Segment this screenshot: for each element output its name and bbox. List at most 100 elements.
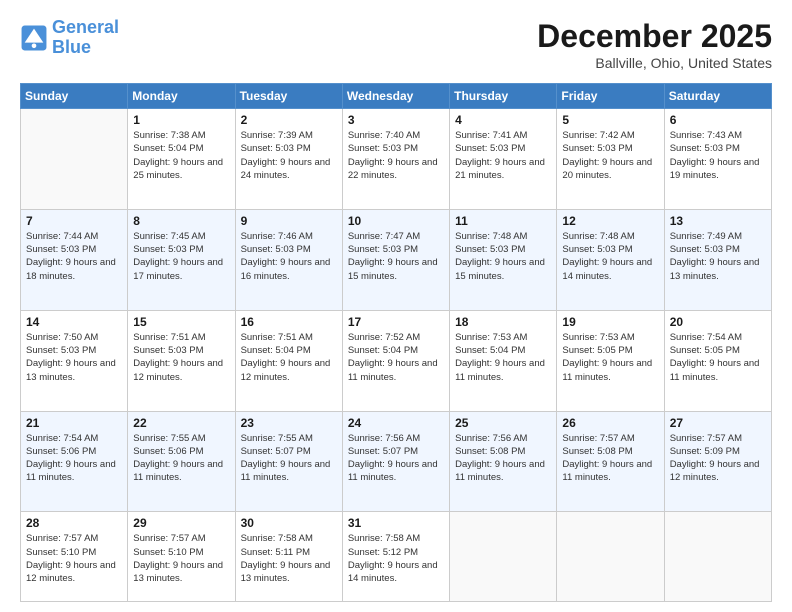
day-info: Sunrise: 7:51 AMSunset: 5:03 PMDaylight:…	[133, 331, 229, 384]
calendar-cell: 20Sunrise: 7:54 AMSunset: 5:05 PMDayligh…	[664, 310, 771, 411]
day-number: 18	[455, 315, 551, 329]
day-number: 21	[26, 416, 122, 430]
calendar-cell: 9Sunrise: 7:46 AMSunset: 5:03 PMDaylight…	[235, 209, 342, 310]
day-info: Sunrise: 7:38 AMSunset: 5:04 PMDaylight:…	[133, 129, 229, 182]
day-of-week-header: Saturday	[664, 84, 771, 109]
calendar-cell: 4Sunrise: 7:41 AMSunset: 5:03 PMDaylight…	[450, 109, 557, 210]
day-info: Sunrise: 7:54 AMSunset: 5:06 PMDaylight:…	[26, 432, 122, 485]
calendar-cell: 27 Sunrise: 7:57 AMSunset: 5:09 PMDayligh…	[664, 411, 771, 512]
day-number: 24	[348, 416, 444, 430]
day-info: Sunrise: 7:57 AMSunset: 5:10 PMDaylight:…	[26, 532, 122, 585]
calendar-table: SundayMondayTuesdayWednesdayThursdayFrid…	[20, 83, 772, 602]
day-info: Sunrise: 7:58 AMSunset: 5:12 PMDaylight:…	[348, 532, 444, 585]
day-number: 31	[348, 516, 444, 530]
day-number: 14	[26, 315, 122, 329]
day-of-week-header: Monday	[128, 84, 235, 109]
calendar-cell: 15 Sunrise: 7:51 AMSunset: 5:03 PMDayligh…	[128, 310, 235, 411]
calendar-cell: 7Sunrise: 7:44 AMSunset: 5:03 PMDaylight…	[21, 209, 128, 310]
calendar-week-row: 21 Sunrise: 7:54 AMSunset: 5:06 PMDayligh…	[21, 411, 772, 512]
day-number: 15	[133, 315, 229, 329]
calendar-cell: 31 Sunrise: 7:58 AMSunset: 5:12 PMDayligh…	[342, 512, 449, 602]
day-number: 6	[670, 113, 766, 127]
day-info: Sunrise: 7:47 AMSunset: 5:03 PMDaylight:…	[348, 230, 444, 283]
header: General Blue December 2025 Ballville, Oh…	[20, 18, 772, 71]
day-info: Sunrise: 7:55 AMSunset: 5:07 PMDaylight:…	[241, 432, 337, 485]
calendar-week-row: 1 Sunrise: 7:38 AMSunset: 5:04 PMDaylight…	[21, 109, 772, 210]
day-number: 5	[562, 113, 658, 127]
day-info: Sunrise: 7:51 AMSunset: 5:04 PMDaylight:…	[241, 331, 337, 384]
logo-text: General Blue	[52, 18, 119, 58]
day-number: 4	[455, 113, 551, 127]
day-info: Sunrise: 7:53 AMSunset: 5:05 PMDaylight:…	[562, 331, 658, 384]
day-number: 1	[133, 113, 229, 127]
day-number: 29	[133, 516, 229, 530]
calendar-cell	[450, 512, 557, 602]
calendar-cell	[664, 512, 771, 602]
day-info: Sunrise: 7:57 AMSunset: 5:10 PMDaylight:…	[133, 532, 229, 585]
day-of-week-header: Tuesday	[235, 84, 342, 109]
day-info: Sunrise: 7:40 AMSunset: 5:03 PMDaylight:…	[348, 129, 444, 182]
calendar-cell: 12 Sunrise: 7:48 AMSunset: 5:03 PMDayligh…	[557, 209, 664, 310]
calendar-cell: 10 Sunrise: 7:47 AMSunset: 5:03 PMDayligh…	[342, 209, 449, 310]
day-of-week-header: Thursday	[450, 84, 557, 109]
day-number: 11	[455, 214, 551, 228]
calendar-cell: 14 Sunrise: 7:50 AMSunset: 5:03 PMDayligh…	[21, 310, 128, 411]
day-info: Sunrise: 7:50 AMSunset: 5:03 PMDaylight:…	[26, 331, 122, 384]
day-number: 19	[562, 315, 658, 329]
calendar-cell: 2 Sunrise: 7:39 AMSunset: 5:03 PMDaylight…	[235, 109, 342, 210]
calendar-cell: 30 Sunrise: 7:58 AMSunset: 5:11 PMDayligh…	[235, 512, 342, 602]
day-number: 3	[348, 113, 444, 127]
calendar-cell: 17Sunrise: 7:52 AMSunset: 5:04 PMDayligh…	[342, 310, 449, 411]
day-of-week-header: Sunday	[21, 84, 128, 109]
day-info: Sunrise: 7:52 AMSunset: 5:04 PMDaylight:…	[348, 331, 444, 384]
calendar-cell: 26 Sunrise: 7:57 AMSunset: 5:08 PMDayligh…	[557, 411, 664, 512]
calendar-cell: 11 Sunrise: 7:48 AMSunset: 5:03 PMDayligh…	[450, 209, 557, 310]
day-number: 27	[670, 416, 766, 430]
calendar-week-row: 14 Sunrise: 7:50 AMSunset: 5:03 PMDayligh…	[21, 310, 772, 411]
day-number: 26	[562, 416, 658, 430]
calendar-cell: 8Sunrise: 7:45 AMSunset: 5:03 PMDaylight…	[128, 209, 235, 310]
calendar-cell: 18Sunrise: 7:53 AMSunset: 5:04 PMDayligh…	[450, 310, 557, 411]
day-number: 30	[241, 516, 337, 530]
calendar-cell: 13 Sunrise: 7:49 AMSunset: 5:03 PMDayligh…	[664, 209, 771, 310]
day-number: 28	[26, 516, 122, 530]
day-info: Sunrise: 7:39 AMSunset: 5:03 PMDaylight:…	[241, 129, 337, 182]
month-title: December 2025	[537, 18, 772, 55]
day-info: Sunrise: 7:57 AMSunset: 5:09 PMDaylight:…	[670, 432, 766, 485]
logo-icon	[20, 24, 48, 52]
day-info: Sunrise: 7:44 AMSunset: 5:03 PMDaylight:…	[26, 230, 122, 283]
calendar-cell: 21 Sunrise: 7:54 AMSunset: 5:06 PMDayligh…	[21, 411, 128, 512]
day-info: Sunrise: 7:56 AMSunset: 5:08 PMDaylight:…	[455, 432, 551, 485]
calendar-cell: 6 Sunrise: 7:43 AMSunset: 5:03 PMDaylight…	[664, 109, 771, 210]
calendar-cell	[557, 512, 664, 602]
day-number: 12	[562, 214, 658, 228]
calendar-cell: 29 Sunrise: 7:57 AMSunset: 5:10 PMDayligh…	[128, 512, 235, 602]
day-info: Sunrise: 7:48 AMSunset: 5:03 PMDaylight:…	[455, 230, 551, 283]
day-info: Sunrise: 7:49 AMSunset: 5:03 PMDaylight:…	[670, 230, 766, 283]
day-of-week-header: Wednesday	[342, 84, 449, 109]
day-info: Sunrise: 7:54 AMSunset: 5:05 PMDaylight:…	[670, 331, 766, 384]
day-info: Sunrise: 7:45 AMSunset: 5:03 PMDaylight:…	[133, 230, 229, 283]
day-number: 2	[241, 113, 337, 127]
day-info: Sunrise: 7:48 AMSunset: 5:03 PMDaylight:…	[562, 230, 658, 283]
logo-blue: Blue	[52, 37, 91, 57]
day-number: 22	[133, 416, 229, 430]
day-info: Sunrise: 7:57 AMSunset: 5:08 PMDaylight:…	[562, 432, 658, 485]
day-info: Sunrise: 7:58 AMSunset: 5:11 PMDaylight:…	[241, 532, 337, 585]
calendar-cell: 3 Sunrise: 7:40 AMSunset: 5:03 PMDaylight…	[342, 109, 449, 210]
logo-general: General	[52, 17, 119, 37]
location: Ballville, Ohio, United States	[537, 55, 772, 71]
day-number: 13	[670, 214, 766, 228]
title-block: December 2025 Ballville, Ohio, United St…	[537, 18, 772, 71]
day-info: Sunrise: 7:56 AMSunset: 5:07 PMDaylight:…	[348, 432, 444, 485]
calendar-week-row: 28 Sunrise: 7:57 AMSunset: 5:10 PMDayligh…	[21, 512, 772, 602]
logo: General Blue	[20, 18, 119, 58]
calendar-cell: 19 Sunrise: 7:53 AMSunset: 5:05 PMDayligh…	[557, 310, 664, 411]
calendar-cell: 5Sunrise: 7:42 AMSunset: 5:03 PMDaylight…	[557, 109, 664, 210]
calendar-cell: 16Sunrise: 7:51 AMSunset: 5:04 PMDayligh…	[235, 310, 342, 411]
day-number: 9	[241, 214, 337, 228]
day-number: 10	[348, 214, 444, 228]
day-info: Sunrise: 7:43 AMSunset: 5:03 PMDaylight:…	[670, 129, 766, 182]
calendar-cell: 1 Sunrise: 7:38 AMSunset: 5:04 PMDaylight…	[128, 109, 235, 210]
calendar-cell: 24 Sunrise: 7:56 AMSunset: 5:07 PMDayligh…	[342, 411, 449, 512]
